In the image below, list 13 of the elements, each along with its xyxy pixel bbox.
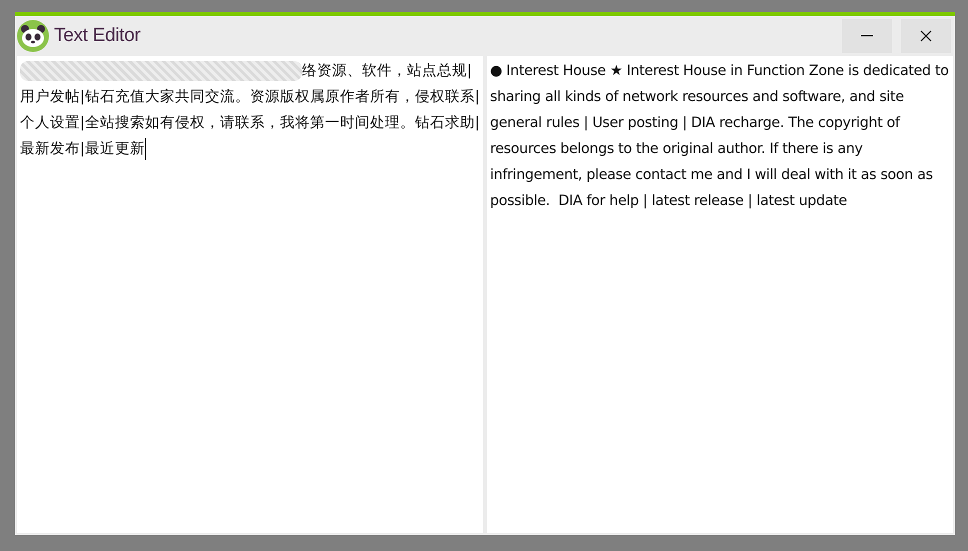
text-cursor <box>144 138 146 160</box>
text-line: 用户发帖|钻石充值大家共同交流。资源版权属原作者所有，侵权联系| <box>20 88 480 107</box>
minimize-button[interactable] <box>842 19 892 53</box>
translated-text: ● Interest House ★ Interest House in Function Zone is dedicated to sharing all kinds of network resources and software, and site general rules | User posting | DIA recharge. The copyright of resources belongs to the original author. If there is any infringement, please contact me and I will deal with it as soon as possible. DIA for help | latest release | latest update <box>490 62 950 211</box>
close-button[interactable] <box>901 19 951 53</box>
minimize-icon <box>861 35 873 37</box>
panda-logo-icon <box>17 20 49 52</box>
window-title: Text Editor <box>54 25 142 47</box>
text-line: 络资源、软件，站点总规| <box>302 62 472 81</box>
close-icon <box>920 30 932 42</box>
text-line: 最新发布|最近更新 <box>20 140 145 159</box>
text-line: 个人设置|全站搜索如有侵权，请联系，我将第一时间处理。钻石求助| <box>20 114 480 133</box>
source-text-editor[interactable]: 络资源、软件，站点总规| 用户发帖|钻石充值大家共同交流。资源版权属原作者所有，侵权联系| 个人设置|全站搜索如有侵权，请联系，我将第一时间处理。钻石求助| 最新发布|最近更新 <box>17 56 483 533</box>
